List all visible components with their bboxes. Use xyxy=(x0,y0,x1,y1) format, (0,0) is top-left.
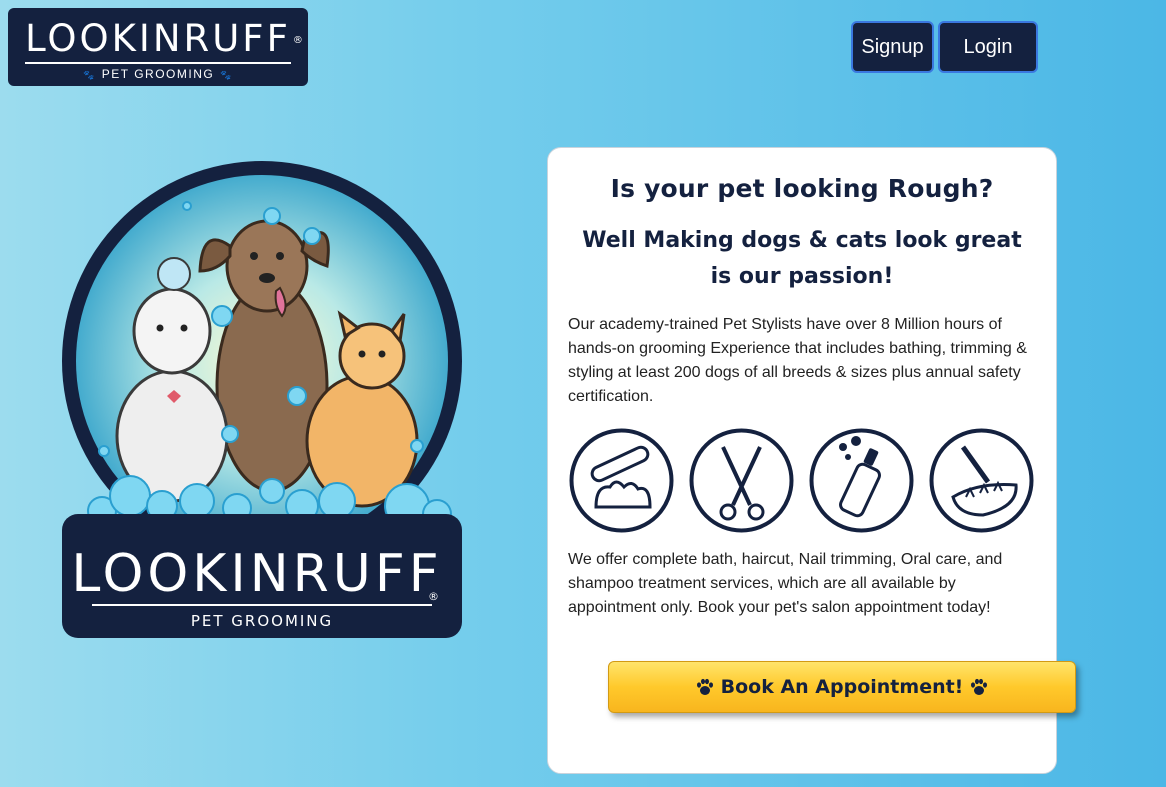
book-appointment-label: Book An Appointment! xyxy=(720,676,964,698)
card-offer: We offer complete bath, haircut, Nail tr… xyxy=(568,551,1003,616)
hero-brand: LOOKINRUFF xyxy=(71,544,442,604)
signup-button[interactable]: Signup xyxy=(851,21,934,73)
hero-registered-mark: ® xyxy=(428,590,439,603)
card-heading: Is your pet looking Rough? xyxy=(610,174,994,203)
shampoo-bottle-icon xyxy=(809,428,914,533)
scissors-icon xyxy=(689,428,794,533)
services-row xyxy=(568,427,1056,534)
logo-tagline: 🐾 PET GROOMING 🐾 xyxy=(8,67,308,81)
hero-tagline: PET GROOMING xyxy=(191,612,333,630)
toothbrush-teeth-icon xyxy=(929,428,1034,533)
paw-icon: 🐾 xyxy=(83,70,96,80)
card-subheading: Well Making dogs & cats look great is ou… xyxy=(582,228,1022,289)
card-intro: Our academy-trained Pet Stylists have ov… xyxy=(568,316,1027,405)
login-button[interactable]: Login xyxy=(938,21,1038,73)
logo-brand-text: LOOKINRUFF xyxy=(25,17,291,60)
nail-file-paw-icon xyxy=(569,428,674,533)
logo-tagline-text: PET GROOMING xyxy=(101,67,215,81)
header-logo[interactable]: LOOKINRUFF ® 🐾 PET GROOMING 🐾 xyxy=(8,8,308,86)
paw-icon: 🐾 xyxy=(220,70,233,80)
logo-brand: LOOKINRUFF ® xyxy=(25,17,303,64)
book-appointment-button[interactable]: Book An Appointment! xyxy=(608,661,1076,713)
paw-icon xyxy=(696,678,713,695)
paw-icon xyxy=(971,678,988,695)
registered-mark: ® xyxy=(292,35,303,46)
hero-illustration: LOOKINRUFF ® PET GROOMING xyxy=(62,161,462,638)
